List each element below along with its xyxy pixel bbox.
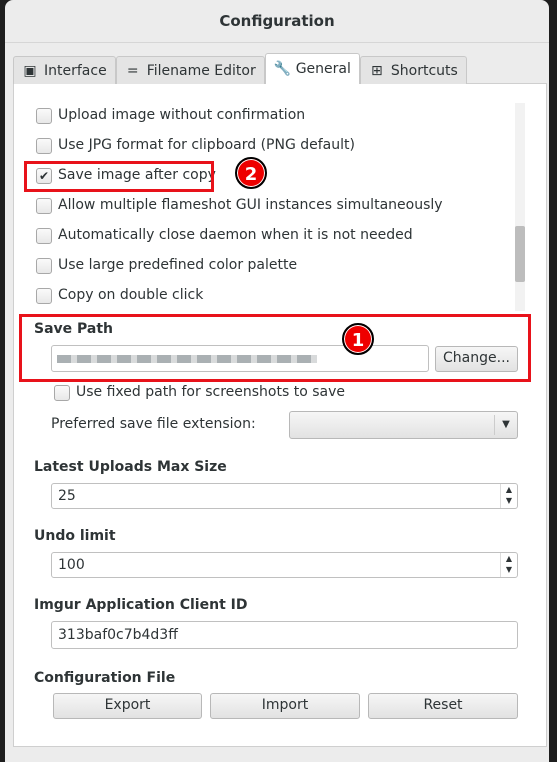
option-label: Allow multiple flameshot GUI instances s… — [58, 197, 443, 213]
option-label: Automatically close daemon when it is no… — [58, 227, 413, 243]
uploads-heading: Latest Uploads Max Size — [34, 459, 227, 475]
undo-heading: Undo limit — [34, 528, 116, 544]
tab-shortcuts[interactable]: ⊞ Shortcuts — [359, 56, 467, 84]
chevron-down-icon: ▼ — [494, 415, 517, 435]
extension-label: Preferred save file extension: — [51, 416, 256, 432]
scrollbar[interactable] — [515, 103, 525, 311]
configuration-window: Configuration ▣ Interface = Filename Edito… — [5, 0, 549, 762]
undo-limit-spinbox[interactable]: 100 ▲ ▼ — [51, 552, 518, 578]
spinbox-value: 25 — [58, 488, 76, 504]
spinbox-value: 100 — [58, 557, 85, 573]
grid-icon: ⊞ — [371, 63, 383, 79]
annotation-badge-1: 1 — [342, 323, 374, 355]
option-label: Use JPG format for clipboard (PNG defaul… — [58, 137, 355, 153]
tab-label: Interface — [44, 63, 107, 79]
tab-filename-editor[interactable]: = Filename Editor — [115, 56, 265, 84]
spin-arrows-icon[interactable]: ▲ ▼ — [500, 553, 517, 577]
scrollbar-thumb[interactable] — [515, 226, 525, 282]
export-button[interactable]: Export — [53, 693, 202, 719]
config-file-heading: Configuration File — [34, 670, 176, 686]
tab-general[interactable]: 🔧 General — [264, 53, 360, 84]
filename-icon: = — [126, 63, 139, 79]
checkbox-auto-close-daemon[interactable] — [36, 228, 52, 244]
option-label: Copy on double click — [58, 287, 204, 303]
extension-dropdown[interactable]: ▼ — [289, 411, 518, 439]
tab-label: Shortcuts — [390, 63, 458, 79]
reset-button[interactable]: Reset — [368, 693, 518, 719]
tab-label: Filename Editor — [146, 63, 256, 79]
imgur-client-id-input[interactable]: 313baf0c7b4d3ff — [51, 621, 518, 649]
annotation-box-2 — [24, 161, 214, 192]
checkbox-fixed-path[interactable] — [54, 385, 70, 401]
spin-arrows-icon[interactable]: ▲ ▼ — [500, 484, 517, 508]
checkbox-multiple-instances[interactable] — [36, 198, 52, 214]
import-button[interactable]: Import — [210, 693, 360, 719]
interface-icon: ▣ — [23, 63, 37, 79]
tab-interface[interactable]: ▣ Interface — [13, 56, 116, 84]
checkbox-large-palette[interactable] — [36, 258, 52, 274]
wrench-icon: 🔧 — [273, 61, 292, 77]
annotation-badge-2: 2 — [235, 157, 267, 189]
uploads-max-size-spinbox[interactable]: 25 ▲ ▼ — [51, 483, 518, 509]
checkbox-copy-double-click[interactable] — [36, 288, 52, 304]
option-label: Use large predefined color palette — [58, 257, 298, 273]
tab-bar: ▣ Interface = Filename Editor 🔧 General ⊞ Sh… — [13, 53, 467, 84]
annotation-box-1 — [19, 314, 531, 382]
tab-label: General — [295, 61, 351, 77]
window-title: Configuration — [5, 0, 549, 43]
checkbox-jpg-clipboard[interactable] — [36, 138, 52, 154]
imgur-heading: Imgur Application Client ID — [34, 597, 248, 613]
option-label: Upload image without confirmation — [58, 107, 306, 123]
checkbox-upload-without-confirmation[interactable] — [36, 108, 52, 124]
fixed-path-label: Use fixed path for screenshots to save — [76, 384, 345, 400]
